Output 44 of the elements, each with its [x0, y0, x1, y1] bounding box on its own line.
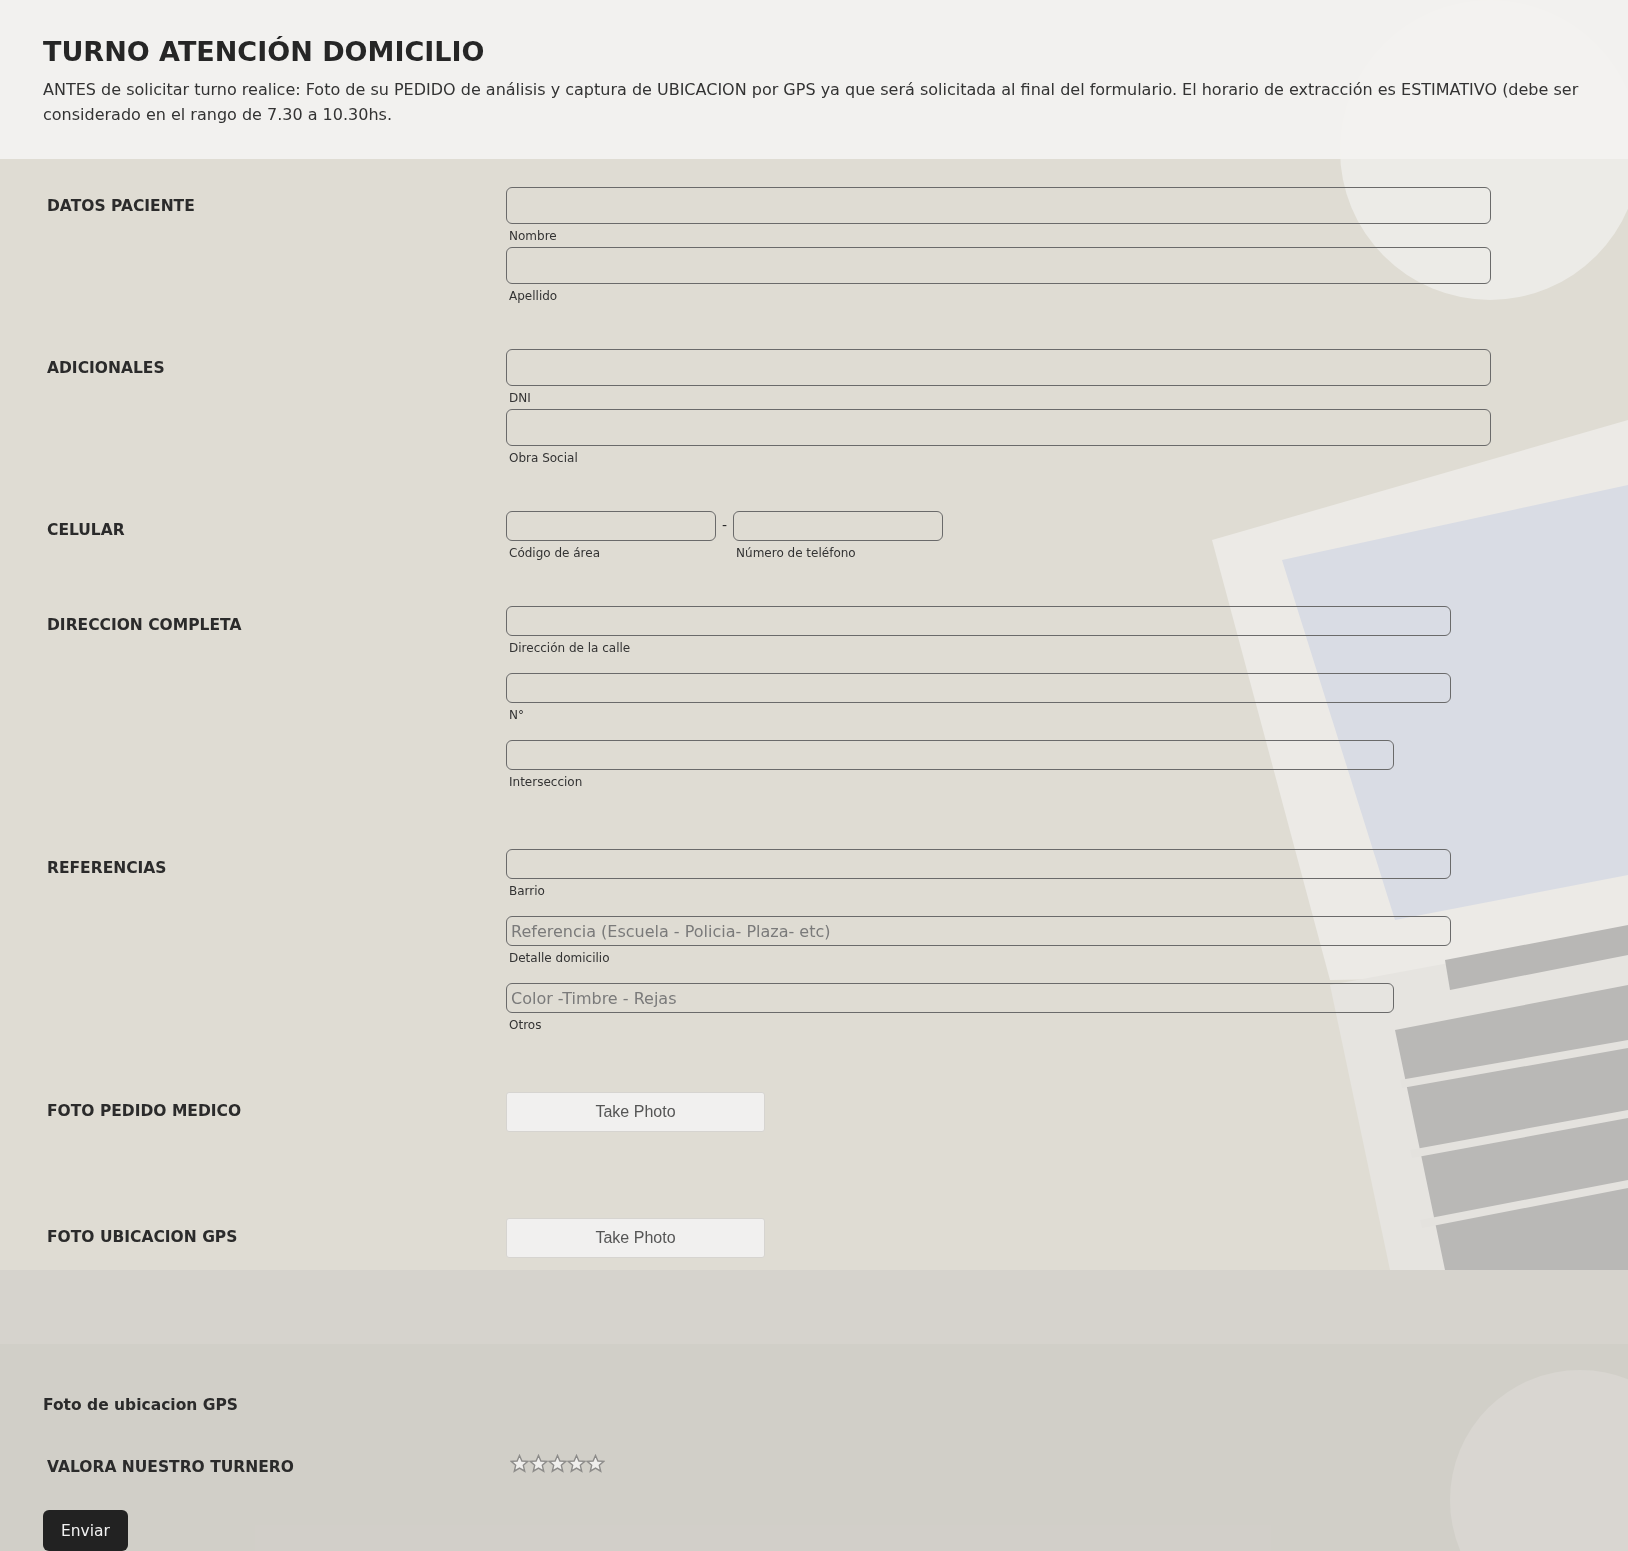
star-icon[interactable]: [548, 1454, 567, 1473]
text-field[interactable]: [506, 849, 1451, 879]
rating-label: VALORA NUESTRO TURNERO: [47, 1457, 294, 1476]
field-sublabel: Dirección de la calle: [508, 641, 632, 655]
field-sublabel: Obra Social: [508, 451, 579, 465]
text-field[interactable]: [506, 673, 1451, 703]
star-icon[interactable]: [529, 1454, 548, 1473]
section-label: DIRECCION COMPLETA: [47, 615, 242, 634]
section-heading: Foto de ubicacion GPS: [43, 1396, 238, 1414]
star-icon[interactable]: [567, 1454, 586, 1473]
text-field[interactable]: [506, 511, 716, 541]
star-icon[interactable]: [586, 1454, 605, 1473]
take-photo-button[interactable]: Take Photo: [506, 1218, 765, 1258]
text-field[interactable]: [506, 740, 1394, 770]
field-sublabel: Número de teléfono: [735, 546, 857, 560]
section-label: DATOS PACIENTE: [47, 196, 195, 215]
section-label: ADICIONALES: [47, 358, 165, 377]
form-title: TURNO ATENCIÓN DOMICILIO: [43, 36, 486, 67]
star-icon[interactable]: [510, 1454, 529, 1473]
section-label: CELULAR: [47, 520, 125, 539]
submit-button[interactable]: Enviar: [43, 1510, 128, 1551]
field-sublabel: DNI: [508, 391, 532, 405]
field-sublabel: Barrio: [508, 884, 546, 898]
field-sublabel: Detalle domicilio: [508, 951, 611, 965]
field-sublabel: Nombre: [508, 229, 558, 243]
section-label: FOTO PEDIDO MEDICO: [47, 1101, 242, 1120]
field-sublabel: Apellido: [508, 289, 559, 303]
text-field[interactable]: [506, 187, 1491, 224]
text-field[interactable]: [506, 606, 1451, 636]
text-field[interactable]: [506, 349, 1491, 386]
section-label: FOTO UBICACION GPS: [47, 1227, 238, 1246]
take-photo-button[interactable]: Take Photo: [506, 1092, 765, 1132]
field-sublabel: Interseccion: [508, 775, 584, 789]
text-field[interactable]: Color -Timbre - Rejas: [506, 983, 1394, 1013]
text-field[interactable]: [506, 409, 1491, 446]
field-sublabel: Otros: [508, 1018, 543, 1032]
section-label: REFERENCIAS: [47, 858, 167, 877]
text-field[interactable]: [506, 247, 1491, 284]
text-field[interactable]: [733, 511, 944, 541]
separator-text: -: [722, 516, 728, 533]
form-description: ANTES de solicitar turno realice: Foto de su PEDIDO de análisis y captura de UBICACION por GPS ya que será solicitada al final del formulario. El horario de extracción es ESTIMATIVO (debe ser considerado en el rango de 7.30 a 10.30hs.: [43, 79, 1580, 126]
field-sublabel: N°: [508, 708, 525, 722]
field-sublabel: Código de área: [508, 546, 602, 560]
text-field[interactable]: Referencia (Escuela - Policia- Plaza- etc): [506, 916, 1451, 946]
